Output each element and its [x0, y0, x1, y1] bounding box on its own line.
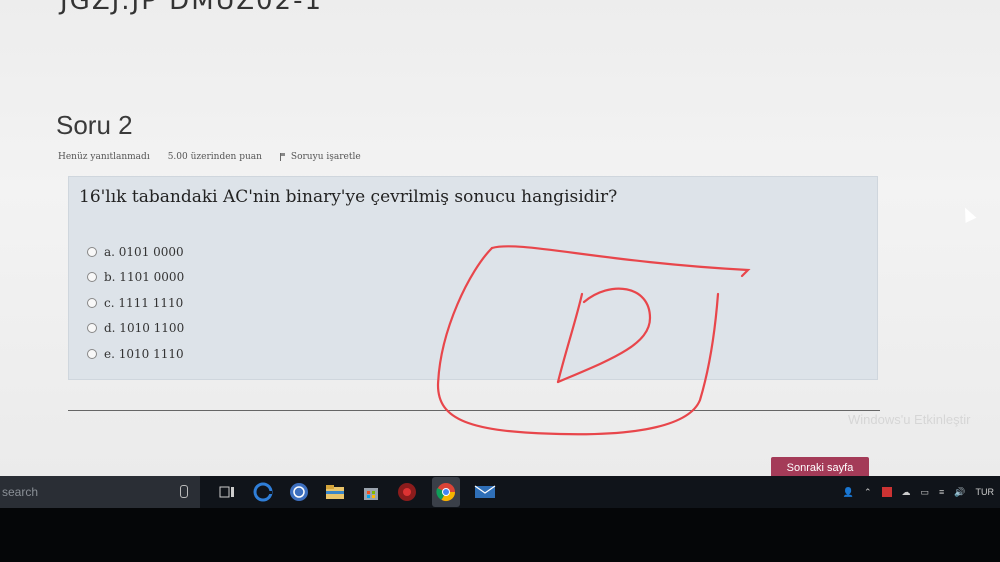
mouse-cursor-icon — [959, 205, 977, 223]
store-icon[interactable] — [360, 481, 382, 503]
option-a[interactable]: a. 0101 0000 — [87, 239, 184, 265]
file-explorer-icon[interactable] — [324, 481, 346, 503]
question-box: 16'lık tabandaki AC'nin binary'ye çevril… — [68, 176, 878, 380]
radio-button[interactable] — [87, 323, 97, 334]
mail-icon[interactable] — [474, 481, 496, 503]
browser-page: JGZJ.JP DMUZ02-1 Soru 2 Henüz yanıtlanma… — [0, 0, 1000, 477]
question-status: Henüz yanıtlanmadı — [58, 152, 150, 162]
app-red-icon[interactable] — [396, 481, 418, 503]
option-label: d. 1010 1100 — [104, 321, 185, 336]
question-text: 16'lık tabandaki AC'nin binary'ye çevril… — [79, 187, 618, 207]
option-c[interactable]: c. 1111 1110 — [87, 290, 184, 316]
flag-question-link[interactable]: Soruyu işaretle — [279, 152, 361, 162]
windows-taskbar: search 👤 ⌃ ☁ ▭ ≡ 🔊 TUR — [0, 476, 1000, 508]
radio-button[interactable] — [87, 348, 97, 359]
task-view-icon[interactable] — [216, 481, 238, 503]
activation-watermark: Windows'u Etkinleştir — [848, 412, 971, 427]
option-b[interactable]: b. 1101 0000 — [87, 265, 184, 291]
next-page-button[interactable]: Sonraki sayfa — [771, 457, 869, 477]
radio-button[interactable] — [87, 246, 97, 257]
cloud-icon[interactable]: ☁ — [902, 487, 911, 498]
question-title: Soru 2 — [56, 110, 133, 140]
chevron-up-icon[interactable]: ⌃ — [864, 487, 872, 498]
system-tray: 👤 ⌃ ☁ ▭ ≡ 🔊 TUR — [843, 487, 1000, 498]
microphone-icon[interactable] — [180, 485, 188, 498]
antivirus-icon[interactable] — [881, 487, 892, 497]
taskbar-search-box[interactable]: search — [0, 476, 200, 508]
battery-icon[interactable]: ▭ — [921, 487, 930, 498]
flag-label: Soruyu işaretle — [290, 152, 361, 162]
store-bag-icon[interactable] — [288, 481, 310, 503]
radio-button[interactable] — [87, 297, 97, 308]
option-label: e. 1010 1110 — [104, 346, 184, 361]
wifi-icon[interactable]: ≡ — [939, 487, 944, 497]
option-d[interactable]: d. 1010 1100 — [87, 316, 184, 342]
option-label: a. 0101 0000 — [104, 244, 184, 259]
people-icon[interactable]: 👤 — [843, 487, 854, 498]
question-info: Henüz yanıtlanmadı 5.00 üzerinden puan S… — [58, 152, 361, 162]
option-label: b. 1101 0000 — [104, 270, 185, 285]
chrome-icon[interactable] — [432, 477, 460, 507]
volume-icon[interactable]: 🔊 — [954, 487, 965, 498]
divider — [68, 410, 880, 411]
course-code-title: JGZJ.JP DMUZ02-1 — [60, 0, 324, 16]
taskbar-apps — [216, 477, 496, 507]
language-indicator[interactable]: TUR — [976, 487, 995, 497]
flag-icon — [279, 153, 287, 161]
question-points: 5.00 üzerinden puan — [167, 152, 262, 162]
option-label: c. 1111 1110 — [104, 295, 184, 310]
laptop-bezel — [0, 508, 1000, 562]
option-e[interactable]: e. 1010 1110 — [87, 341, 184, 367]
answer-options: a. 0101 0000 b. 1101 0000 c. 1111 1110 d… — [87, 239, 184, 367]
edge-icon[interactable] — [252, 481, 274, 503]
search-placeholder: search — [2, 485, 39, 499]
radio-button[interactable] — [87, 272, 97, 283]
